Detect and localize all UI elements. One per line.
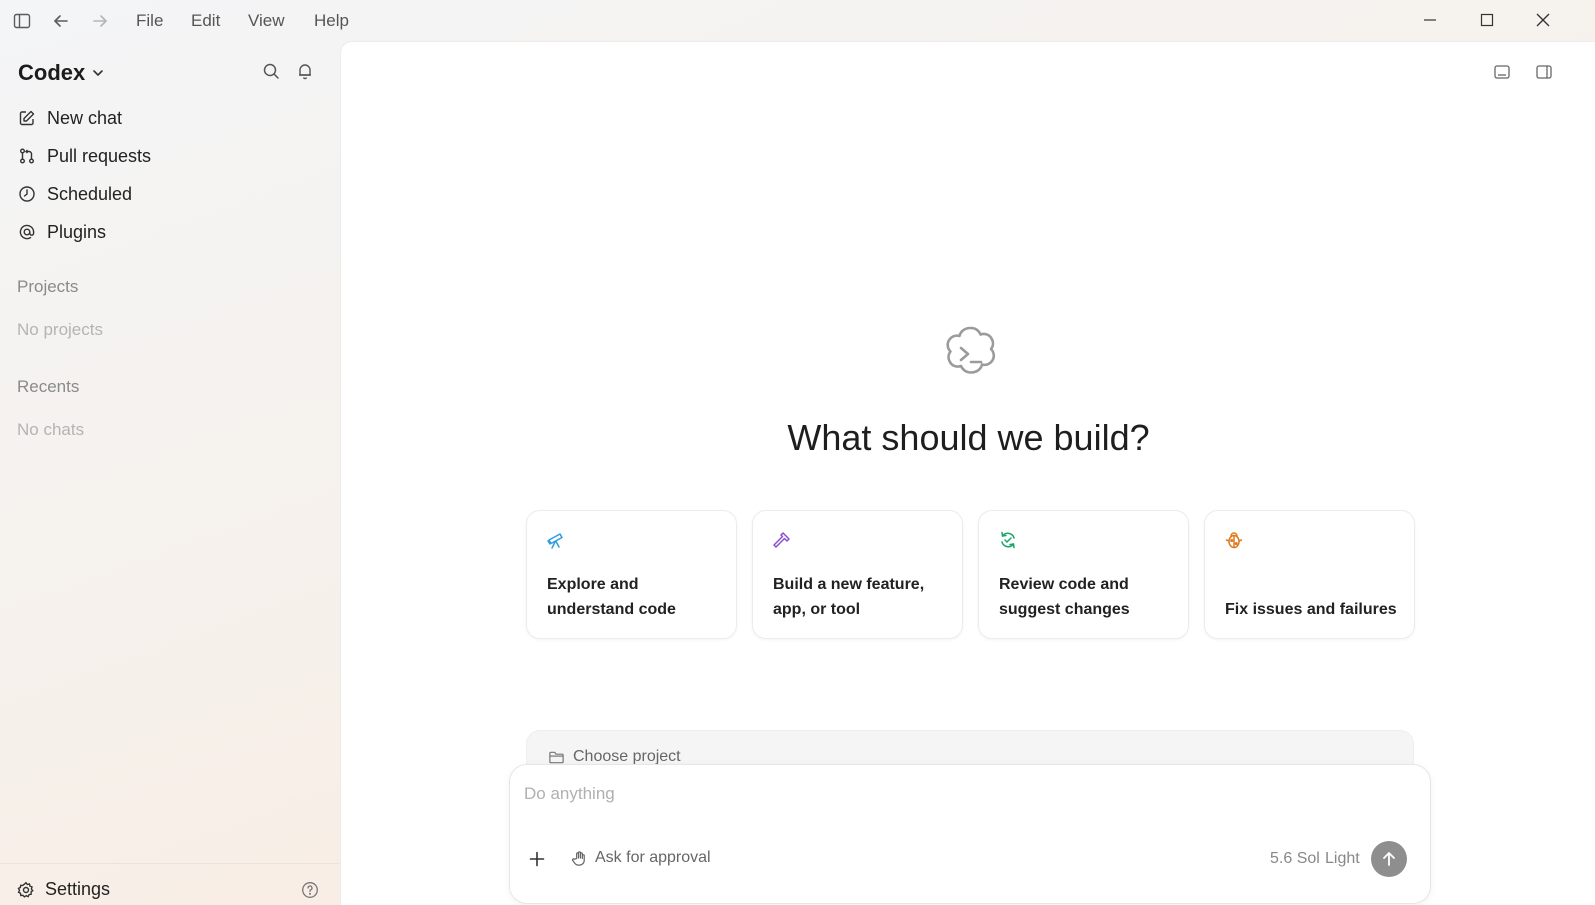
maximize-icon[interactable] — [1475, 8, 1499, 32]
projects-empty-text: No projects — [17, 320, 103, 339]
codex-logo-icon — [939, 322, 1003, 386]
nav-label: Scheduled — [47, 183, 133, 204]
projects-heading: Projects — [17, 277, 79, 296]
sidebar-footer: Settings — [0, 863, 340, 905]
approval-label: Ask for approval — [595, 849, 711, 866]
card-label: Review code and suggest changes — [999, 576, 1130, 618]
close-icon[interactable] — [1531, 8, 1555, 32]
nav-label: New chat — [47, 107, 123, 128]
recents-empty-text: No chats — [17, 420, 85, 439]
brand-name: Codex — [18, 60, 86, 85]
approval-mode-button[interactable]: Ask for approval — [570, 849, 711, 867]
telescope-icon — [545, 529, 567, 551]
card-explore-code[interactable]: Explore and understand code — [526, 510, 737, 639]
edit-icon — [17, 108, 37, 128]
menu-help[interactable]: Help — [314, 11, 349, 31]
menu-file[interactable]: File — [136, 11, 163, 31]
nav-label: Pull requests — [47, 145, 152, 166]
prompt-input[interactable] — [524, 779, 1404, 809]
effort-selector[interactable]: Light — [1325, 850, 1360, 868]
chevron-down-icon — [91, 66, 105, 80]
nav-scheduled[interactable]: Scheduled — [17, 181, 132, 207]
nav-label: Plugins — [47, 221, 107, 242]
hand-icon — [570, 849, 588, 867]
settings-label: Settings — [45, 879, 111, 899]
sidebar-toggle-icon[interactable] — [11, 10, 33, 32]
at-sign-icon — [17, 222, 37, 242]
page-title: What should we build? — [787, 417, 1150, 458]
sidebar: Codex New chat Pull requests Scheduled P… — [0, 41, 340, 905]
nav-pull-requests[interactable]: Pull requests — [17, 143, 151, 169]
card-fix-issues[interactable]: Fix issues and failures — [1204, 510, 1415, 639]
search-icon[interactable] — [261, 61, 281, 81]
workspace-switcher[interactable]: Codex — [18, 60, 105, 86]
main-panel: What should we build? Explore and unders… — [340, 41, 1595, 905]
right-panel-toggle-icon[interactable] — [1533, 61, 1555, 83]
card-label: Explore and understand code — [547, 576, 676, 618]
menu-view[interactable]: View — [248, 11, 285, 31]
clock-icon — [17, 184, 37, 204]
hammer-icon — [771, 529, 793, 551]
gear-icon — [17, 881, 35, 899]
card-label: Build a new feature, app, or tool — [773, 576, 925, 618]
suggestion-cards: Explore and understand code Build a new … — [526, 510, 1415, 639]
nav-new-chat[interactable]: New chat — [17, 105, 122, 131]
minimize-icon[interactable] — [1418, 8, 1442, 32]
model-selector[interactable]: 5.6 Sol — [1270, 850, 1320, 868]
settings-button[interactable]: Settings — [17, 879, 110, 900]
bottom-panel-toggle-icon[interactable] — [1491, 61, 1513, 83]
send-button[interactable] — [1371, 841, 1407, 877]
forward-arrow-icon[interactable] — [89, 10, 111, 32]
help-circle-icon[interactable] — [300, 880, 320, 900]
menu-edit[interactable]: Edit — [191, 11, 220, 31]
refresh-check-icon — [997, 529, 1019, 551]
title-bar: File Edit View Help — [0, 0, 1595, 41]
arrow-up-icon — [1381, 851, 1397, 867]
card-review-code[interactable]: Review code and suggest changes — [978, 510, 1189, 639]
composer: Ask for approval 5.6 Sol Light — [509, 764, 1431, 904]
card-build-feature[interactable]: Build a new feature, app, or tool — [752, 510, 963, 639]
plus-icon[interactable] — [526, 848, 548, 870]
card-label: Fix issues and failures — [1225, 601, 1397, 618]
git-pull-request-icon — [17, 146, 37, 166]
nav-plugins[interactable]: Plugins — [17, 219, 106, 245]
back-arrow-icon[interactable] — [50, 10, 72, 32]
bell-icon[interactable] — [295, 61, 315, 81]
recents-heading: Recents — [17, 377, 80, 396]
bug-icon — [1223, 529, 1245, 551]
